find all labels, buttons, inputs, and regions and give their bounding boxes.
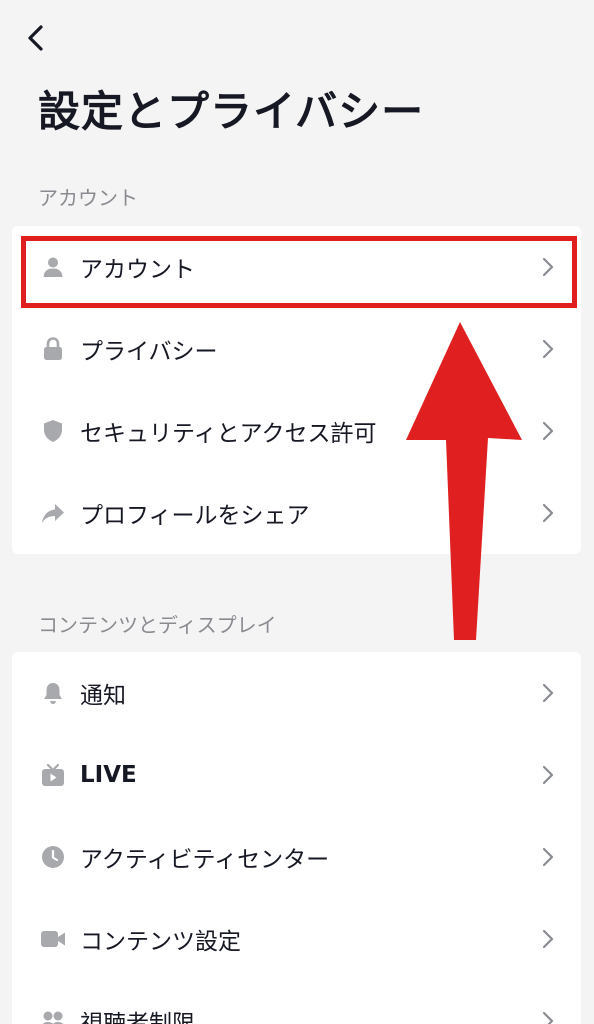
shield-icon [40, 418, 66, 444]
account-settings-card: アカウント プライバシー セキュリティとアクセス許可 プロフィールをシェア [12, 226, 581, 554]
page-title: 設定とプライバシー [38, 87, 425, 136]
share-arrow-icon [40, 500, 66, 526]
menu-item-label: セキュリティとアクセス許可 [80, 421, 377, 447]
menu-item-label: アカウント [80, 257, 195, 283]
menu-item-security-permissions[interactable]: セキュリティとアクセス許可 [12, 390, 581, 472]
tv-icon [40, 762, 66, 788]
clock-icon [40, 844, 66, 870]
menu-item-label: 通知 [80, 683, 126, 709]
chevron-right-icon [541, 763, 557, 787]
chevron-right-icon [541, 501, 557, 525]
menu-item-account[interactable]: アカウント [12, 226, 581, 308]
menu-item-label: アクティビティセンター [80, 847, 330, 873]
bell-icon [40, 680, 66, 706]
person-icon [40, 254, 66, 280]
menu-item-privacy[interactable]: プライバシー [12, 308, 581, 390]
menu-item-label: プライバシー [80, 339, 218, 365]
menu-item-share-profile[interactable]: プロフィールをシェア [12, 472, 581, 554]
menu-item-label: コンテンツ設定 [80, 929, 241, 955]
menu-item-content-settings[interactable]: コンテンツ設定 [12, 898, 581, 980]
chevron-right-icon [541, 845, 557, 869]
video-camera-icon [40, 926, 66, 952]
chevron-right-icon [541, 927, 557, 951]
menu-item-label: 視聴者制限 [80, 1011, 195, 1024]
menu-item-audience-controls[interactable]: 視聴者制限 [12, 980, 581, 1024]
section-label-account: アカウント [38, 186, 138, 210]
people-icon [40, 1008, 66, 1024]
menu-item-live[interactable]: LIVE [12, 734, 581, 816]
lock-icon [40, 336, 66, 362]
chevron-right-icon [541, 337, 557, 361]
chevron-right-icon [541, 681, 557, 705]
back-button[interactable] [18, 20, 54, 56]
menu-item-notifications[interactable]: 通知 [12, 652, 581, 734]
chevron-right-icon [541, 1009, 557, 1024]
chevron-right-icon [541, 419, 557, 443]
chevron-right-icon [541, 255, 557, 279]
content-display-card: 通知 LIVE アクティビティセンター コンテンツ設定 視聴者制限 [12, 652, 581, 1024]
chevron-left-icon [28, 25, 43, 51]
section-label-content-display: コンテンツとディスプレイ [38, 613, 277, 637]
menu-item-label: プロフィールをシェア [80, 503, 310, 529]
menu-item-label: LIVE [80, 762, 137, 788]
menu-item-activity-center[interactable]: アクティビティセンター [12, 816, 581, 898]
